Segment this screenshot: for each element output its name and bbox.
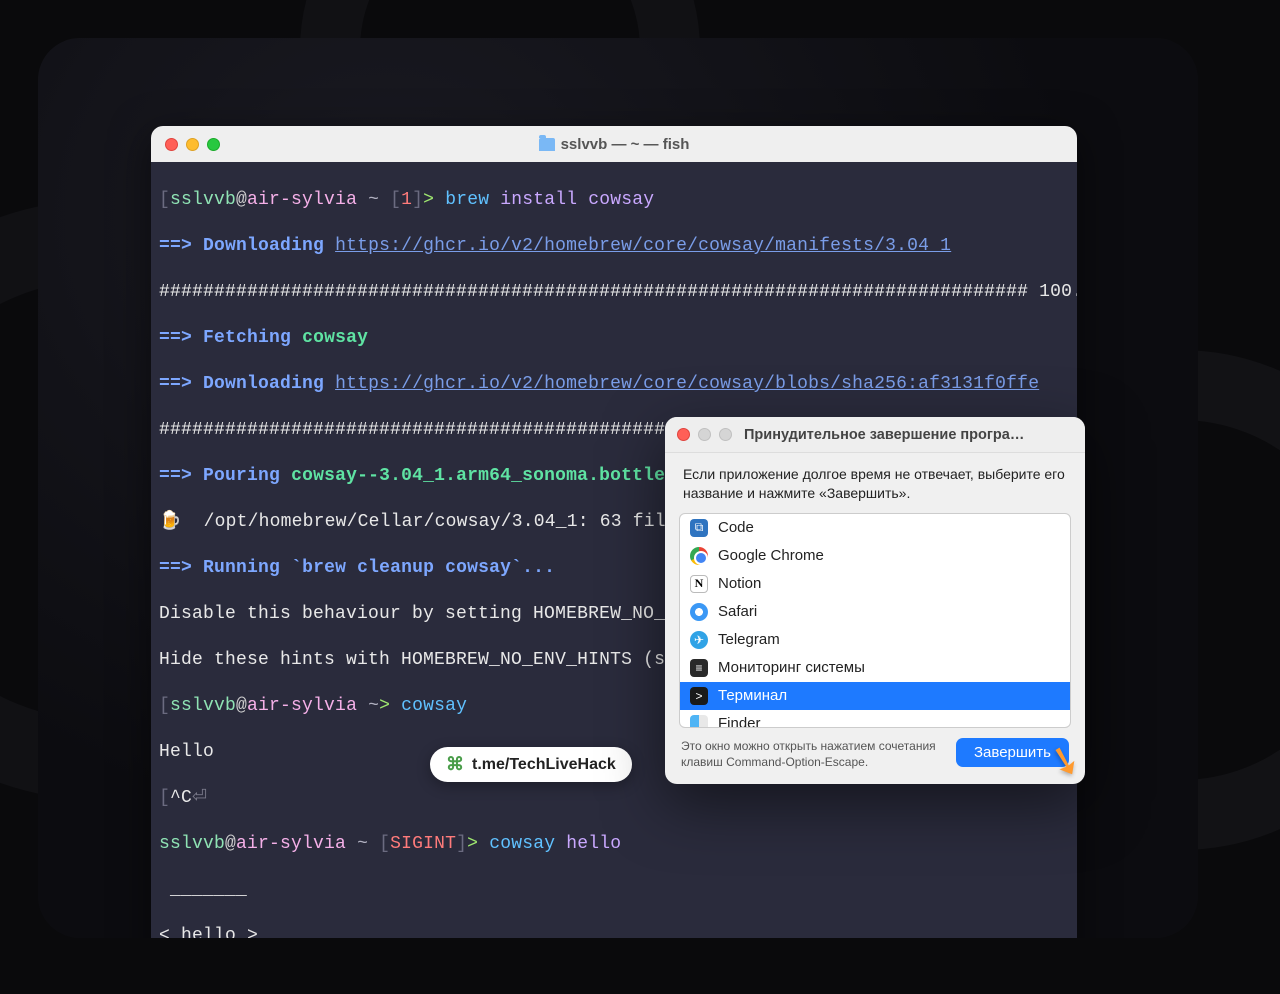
- terminal-title: sslvvb — ~ — fish: [561, 136, 690, 153]
- dialog-zoom-button: [719, 428, 732, 441]
- close-button[interactable]: [165, 138, 178, 151]
- app-row-finder[interactable]: Finder: [680, 710, 1070, 728]
- app-row-activity[interactable]: ≡ Мониторинг системы: [680, 654, 1070, 682]
- app-list[interactable]: ⧉ Code Google Chrome N Notion Safari ✈ Telegram…: [679, 513, 1071, 728]
- beer-icon: 🍺: [159, 512, 182, 532]
- app-label: Telegram: [718, 631, 780, 648]
- dialog-title: Принудительное завершение програ…: [744, 427, 1073, 443]
- app-row-notion[interactable]: N Notion: [680, 570, 1070, 598]
- cmd-brew: brew: [445, 190, 489, 210]
- minimize-button[interactable]: [186, 138, 199, 151]
- dialog-titlebar: Принудительное завершение програ…: [665, 417, 1085, 453]
- finder-icon: [690, 715, 708, 728]
- cowsay-output: _______: [151, 879, 1077, 902]
- terminal-titlebar: sslvvb — ~ — fish: [151, 126, 1077, 162]
- code-icon: ⧉: [690, 519, 708, 537]
- app-label: Code: [718, 519, 754, 536]
- safari-icon: [690, 603, 708, 621]
- force-quit-dialog: Принудительное завершение програ… Если п…: [665, 417, 1085, 784]
- app-label: Notion: [718, 575, 761, 592]
- app-row-chrome[interactable]: Google Chrome: [680, 542, 1070, 570]
- folder-icon: [539, 138, 555, 151]
- ctrl-c: ^C: [170, 788, 192, 808]
- dialog-hint: Это окно можно открыть нажатием сочетани…: [681, 738, 944, 770]
- app-label: Google Chrome: [718, 547, 824, 564]
- app-row-safari[interactable]: Safari: [680, 598, 1070, 626]
- force-quit-button[interactable]: Завершить: [956, 738, 1069, 767]
- download-url-1: https://ghcr.io/v2/homebrew/core/cowsay/…: [335, 236, 951, 256]
- prompt-host: air-sylvia: [247, 190, 357, 210]
- content-frame: sslvvb — ~ — fish [sslvvb@air-sylvia ~ […: [38, 38, 1198, 938]
- cmd-cowsay: cowsay: [401, 696, 467, 716]
- app-label: Терминал: [718, 687, 787, 704]
- app-label: Finder: [718, 715, 761, 728]
- notion-icon: N: [690, 575, 708, 593]
- app-label: Мониторинг системы: [718, 659, 865, 676]
- telegram-logo-icon: ⌘: [446, 754, 464, 775]
- progress-bar-1: ########################################…: [151, 281, 1077, 304]
- dialog-close-button[interactable]: [677, 428, 690, 441]
- prompt-user: sslvvb: [170, 190, 236, 210]
- telegram-icon: ✈: [690, 631, 708, 649]
- zoom-button[interactable]: [207, 138, 220, 151]
- chrome-icon: [690, 547, 708, 565]
- app-row-telegram[interactable]: ✈ Telegram: [680, 626, 1070, 654]
- terminal-icon: >: [690, 687, 708, 705]
- activity-icon: ≡: [690, 659, 708, 677]
- dialog-minimize-button: [698, 428, 711, 441]
- app-row-terminal[interactable]: > Терминал: [680, 682, 1070, 710]
- download-url-2: https://ghcr.io/v2/homebrew/core/cowsay/…: [335, 374, 1039, 394]
- watermark-badge: ⌘ t.me/TechLiveHack: [430, 747, 632, 782]
- app-row-code[interactable]: ⧉ Code: [680, 514, 1070, 542]
- app-label: Safari: [718, 603, 757, 620]
- dialog-message: Если приложение долгое время не отвечает…: [665, 453, 1085, 513]
